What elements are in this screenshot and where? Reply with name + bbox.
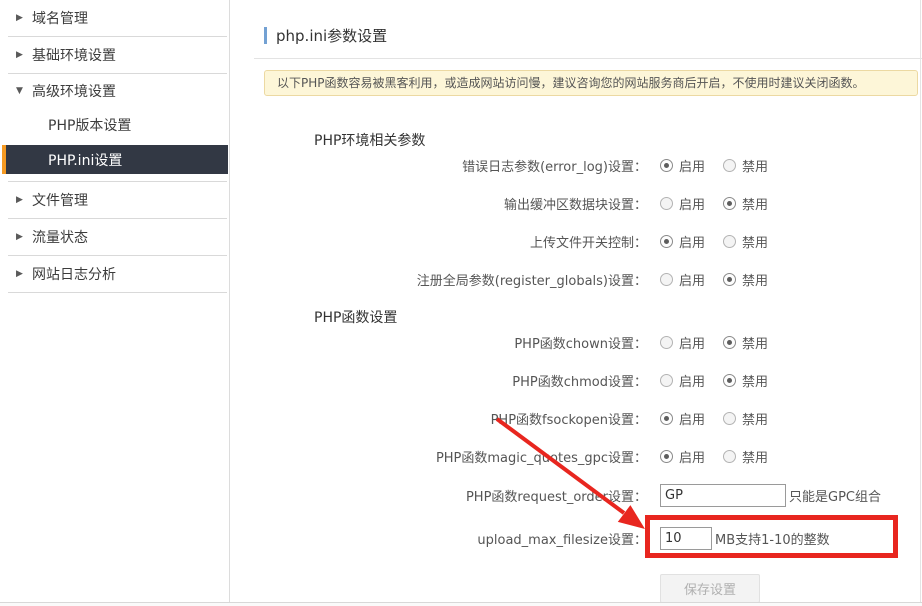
sidebar-item-domain-management[interactable]: ▶ 域名管理 <box>0 0 229 36</box>
input-hint: MB支持1-10的整数 <box>715 529 830 548</box>
radio-enable[interactable]: 启用 <box>660 232 705 251</box>
sidebar-item-label: PHP版本设置 <box>48 115 131 135</box>
radio-icon[interactable] <box>723 336 736 349</box>
radio-enable[interactable]: 启用 <box>660 409 705 428</box>
chevron-right-icon: ▶ <box>16 50 30 60</box>
sidebar-item-traffic-status[interactable]: ▶ 流量状态 <box>0 219 229 255</box>
radio-icon[interactable] <box>660 412 673 425</box>
setting-label: 注册全局参数(register_globals)设置： <box>230 270 647 289</box>
setting-row-fsockopen: PHP函数fsockopen设置： 启用 禁用 <box>230 399 922 437</box>
setting-row-output-buffering: 输出缓冲区数据块设置： 启用 禁用 <box>230 184 922 222</box>
radio-icon[interactable] <box>723 374 736 387</box>
request-order-input[interactable] <box>660 484 786 507</box>
radio-icon[interactable] <box>723 450 736 463</box>
radio-icon[interactable] <box>660 235 673 248</box>
setting-label: 输出缓冲区数据块设置： <box>230 194 647 213</box>
sidebar-item-label: 网站日志分析 <box>32 264 116 284</box>
sidebar-item-label: 域名管理 <box>32 8 88 28</box>
setting-label: 上传文件开关控制： <box>230 232 647 251</box>
radio-icon[interactable] <box>660 159 673 172</box>
setting-label: PHP函数chmod设置： <box>230 371 647 390</box>
sidebar-item-label: 流量状态 <box>32 227 88 247</box>
chevron-down-icon: ▼ <box>16 86 30 96</box>
sidebar-item-file-management[interactable]: ▶ 文件管理 <box>0 182 229 218</box>
radio-enable[interactable]: 启用 <box>660 447 705 466</box>
setting-label: PHP函数chown设置： <box>230 333 647 352</box>
setting-row-register-globals: 注册全局参数(register_globals)设置： 启用 禁用 <box>230 260 922 298</box>
sidebar-item-site-log-analysis[interactable]: ▶ 网站日志分析 <box>0 256 229 292</box>
php-ini-settings-page: ▶ 域名管理 ▶ 基础环境设置 ▼ 高级环境设置 PHP版本设置 PHP.ini… <box>0 0 922 606</box>
setting-label: PHP函数request_order设置： <box>230 486 647 505</box>
sidebar-item-basic-env[interactable]: ▶ 基础环境设置 <box>0 37 229 73</box>
page-right-border <box>920 0 921 602</box>
chevron-right-icon: ▶ <box>16 269 30 279</box>
setting-row-magic-quotes-gpc: PHP函数magic_quotes_gpc设置： 启用 禁用 <box>230 437 922 475</box>
setting-label: PHP函数fsockopen设置： <box>230 409 647 428</box>
page-title: php.ini参数设置 <box>276 25 387 46</box>
radio-icon[interactable] <box>660 197 673 210</box>
sidebar-item-label: 高级环境设置 <box>32 81 116 101</box>
radio-icon[interactable] <box>723 235 736 248</box>
input-hint: 只能是GPC组合 <box>789 486 881 505</box>
divider <box>254 58 922 59</box>
radio-disable[interactable]: 禁用 <box>723 156 768 175</box>
sidebar-item-php-version[interactable]: PHP版本设置 <box>0 108 229 142</box>
page-bottom-border <box>0 602 922 606</box>
radio-icon[interactable] <box>660 374 673 387</box>
radio-icon[interactable] <box>723 273 736 286</box>
warning-notice: 以下PHP函数容易被黑客利用，或造成网站访问慢，建议咨询您的网站服务商后开启，不… <box>264 70 918 96</box>
chevron-right-icon: ▶ <box>16 232 30 242</box>
radio-enable[interactable]: 启用 <box>660 194 705 213</box>
radio-disable[interactable]: 禁用 <box>723 409 768 428</box>
upload-max-filesize-input[interactable] <box>660 527 712 550</box>
save-settings-button[interactable]: 保存设置 <box>660 574 760 603</box>
setting-row-chown: PHP函数chown设置： 启用 禁用 <box>230 323 922 361</box>
setting-row-file-uploads: 上传文件开关控制： 启用 禁用 <box>230 222 922 260</box>
radio-enable[interactable]: 启用 <box>660 371 705 390</box>
main-content: php.ini参数设置 以下PHP函数容易被黑客利用，或造成网站访问慢，建议咨询… <box>230 0 922 602</box>
radio-icon[interactable] <box>660 273 673 286</box>
setting-row-chmod: PHP函数chmod设置： 启用 禁用 <box>230 361 922 399</box>
sidebar-item-label: 文件管理 <box>32 190 88 210</box>
radio-icon[interactable] <box>660 450 673 463</box>
radio-disable[interactable]: 禁用 <box>723 371 768 390</box>
radio-enable[interactable]: 启用 <box>660 156 705 175</box>
radio-enable[interactable]: 启用 <box>660 270 705 289</box>
sidebar-item-label: 基础环境设置 <box>32 45 116 65</box>
section-title-php-functions: PHP函数设置 <box>314 307 922 323</box>
sidebar-item-php-ini[interactable]: PHP.ini设置 <box>2 145 228 174</box>
radio-icon[interactable] <box>723 197 736 210</box>
setting-row-error-log: 错误日志参数(error_log)设置： 启用 禁用 <box>230 146 922 184</box>
setting-label: PHP函数magic_quotes_gpc设置： <box>230 447 647 466</box>
sidebar-item-label: PHP.ini设置 <box>48 150 122 170</box>
setting-label: 错误日志参数(error_log)设置： <box>230 156 647 175</box>
radio-disable[interactable]: 禁用 <box>723 194 768 213</box>
radio-icon[interactable] <box>723 412 736 425</box>
radio-disable[interactable]: 禁用 <box>723 232 768 251</box>
setting-row-request-order: PHP函数request_order设置： 只能是GPC组合 <box>230 475 922 515</box>
section-title-env-params: PHP环境相关参数 <box>314 130 922 146</box>
radio-icon[interactable] <box>660 336 673 349</box>
chevron-right-icon: ▶ <box>16 13 30 23</box>
chevron-right-icon: ▶ <box>16 195 30 205</box>
setting-row-upload-max-filesize: upload_max_filesize设置： MB支持1-10的整数 <box>230 515 922 561</box>
radio-disable[interactable]: 禁用 <box>723 333 768 352</box>
page-header: php.ini参数设置 <box>230 0 922 58</box>
title-accent-bar <box>264 27 267 44</box>
sidebar: ▶ 域名管理 ▶ 基础环境设置 ▼ 高级环境设置 PHP版本设置 PHP.ini… <box>0 0 230 602</box>
divider <box>8 292 227 293</box>
radio-disable[interactable]: 禁用 <box>723 447 768 466</box>
radio-enable[interactable]: 启用 <box>660 333 705 352</box>
setting-label: upload_max_filesize设置： <box>230 529 647 548</box>
radio-icon[interactable] <box>723 159 736 172</box>
sidebar-item-advanced-env[interactable]: ▼ 高级环境设置 <box>0 74 229 108</box>
radio-disable[interactable]: 禁用 <box>723 270 768 289</box>
